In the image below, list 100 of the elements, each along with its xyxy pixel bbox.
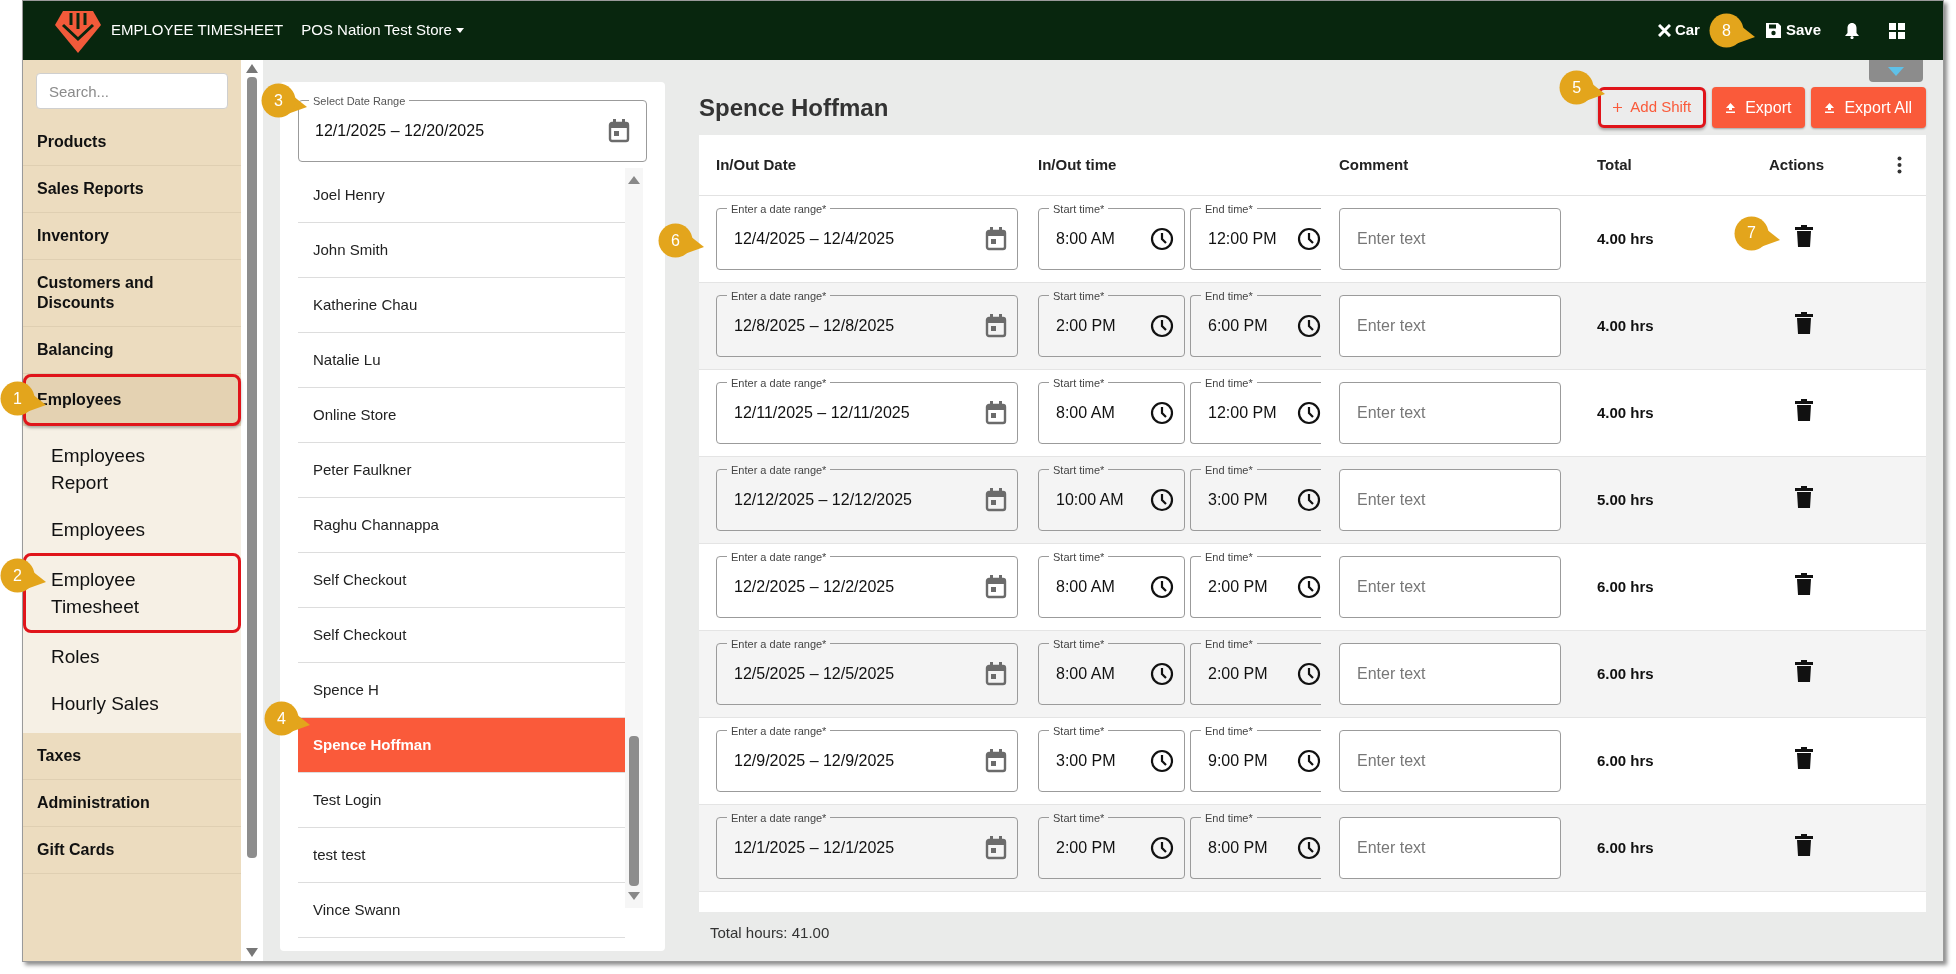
trash-icon — [1795, 224, 1813, 247]
total-hours-cell-text: 5.00 hrs — [1597, 489, 1654, 510]
clock-icon — [1150, 401, 1174, 425]
comment-field[interactable]: Enter text — [1339, 208, 1561, 270]
apps-button[interactable] — [1889, 22, 1905, 39]
trash-icon — [1795, 659, 1813, 682]
total-hours-cell-text: 6.00 hrs — [1597, 576, 1654, 597]
sidebar-item[interactable]: Employees — [23, 374, 241, 426]
clock-icon — [1297, 314, 1321, 338]
field-value: 12/1/2025 – 12/1/2025 — [734, 838, 896, 858]
field-value: 2:00 PM — [1208, 577, 1269, 597]
plus-icon — [1613, 103, 1623, 112]
delete-button[interactable] — [1795, 746, 1813, 769]
clock-icon — [1297, 749, 1321, 773]
delete-button[interactable] — [1795, 398, 1813, 421]
clock-icon — [1297, 227, 1321, 251]
scrollbar-thumb[interactable] — [247, 77, 257, 858]
clock-icon — [1297, 488, 1321, 512]
upload-icon — [1726, 102, 1736, 113]
comment-field[interactable]: Enter text — [1339, 643, 1561, 705]
field-value: 12/11/2025 – 12/11/2025 — [734, 403, 911, 423]
field-value: 12:00 PM — [1208, 403, 1278, 423]
field-value: 12/4/2025 – 12/4/2025 — [734, 229, 896, 249]
scroll-down-icon[interactable] — [628, 892, 640, 900]
field-value: 8:00 AM — [1056, 403, 1116, 423]
clock-icon — [1150, 749, 1174, 773]
date-range-value: 12/1/2025 – 12/20/2025 — [315, 121, 486, 141]
delete-button[interactable] — [1795, 659, 1813, 682]
comment-field[interactable]: Enter text — [1339, 382, 1561, 444]
delete-button[interactable] — [1795, 572, 1813, 595]
save-button[interactable]: Save — [1765, 19, 1821, 42]
employee-name-title: Spence Hoffman — [699, 92, 890, 123]
delete-button[interactable] — [1795, 224, 1813, 247]
logo-icon — [55, 8, 101, 53]
field-value: 12/9/2025 – 12/9/2025 — [734, 751, 896, 771]
trash-icon — [1795, 746, 1813, 769]
field-value: 3:00 PM — [1056, 751, 1117, 771]
employee-list-item[interactable]: Vince Swann — [298, 883, 625, 938]
trash-icon — [1795, 572, 1813, 595]
column-header: Actions — [1769, 154, 1824, 175]
comment-field[interactable]: Enter text — [1339, 295, 1561, 357]
cancel-button[interactable]: Car — [1657, 19, 1700, 42]
clock-icon — [1150, 662, 1174, 686]
delete-button[interactable] — [1795, 833, 1813, 856]
collapse-toggle[interactable] — [1869, 60, 1923, 82]
total-hours-cell-text: 4.00 hrs — [1597, 228, 1654, 249]
clock-icon — [1150, 314, 1174, 338]
field-value: 10:00 AM — [1056, 490, 1125, 510]
total-hours-cell-text: 4.00 hrs — [1597, 402, 1654, 423]
field-value: 9:00 PM — [1208, 751, 1269, 771]
comment-field[interactable]: Enter text — [1339, 817, 1561, 879]
scroll-up-icon[interactable] — [628, 176, 640, 184]
calendar-icon — [608, 119, 630, 143]
submenu-item[interactable]: Roles — [23, 633, 241, 680]
calendar-icon — [985, 401, 1007, 425]
scrollbar[interactable] — [625, 168, 643, 908]
search-field[interactable]: Search... — [36, 73, 228, 109]
field-value: 3:00 PM — [1208, 490, 1269, 510]
field-value: 2:00 PM — [1056, 316, 1117, 336]
clock-icon — [1297, 662, 1321, 686]
comment-field[interactable]: Enter text — [1339, 556, 1561, 618]
submenu-item[interactable]: Hourly Sales — [23, 680, 241, 727]
save-icon — [1765, 23, 1781, 38]
clock-icon — [1150, 836, 1174, 860]
store-dropdown[interactable]: POS Nation Test Store — [301, 19, 464, 42]
field-value: 8:00 AM — [1056, 229, 1116, 249]
field-value: 12/5/2025 – 12/5/2025 — [734, 664, 896, 684]
clock-icon — [1297, 575, 1321, 599]
total-hours-cell-text: 6.00 hrs — [1597, 750, 1654, 771]
submenu-item[interactable]: Employees — [23, 506, 241, 553]
calendar-icon — [985, 836, 1007, 860]
total-hours-cell-text: 6.00 hrs — [1597, 663, 1654, 684]
calendar-icon — [985, 488, 1007, 512]
comment-field[interactable]: Enter text — [1339, 469, 1561, 531]
clock-icon — [1150, 575, 1174, 599]
scroll-up-icon[interactable] — [246, 64, 258, 73]
field-value: 12/2/2025 – 12/2/2025 — [734, 577, 896, 597]
clock-icon — [1297, 401, 1321, 425]
more-options-icon[interactable] — [1897, 156, 1902, 174]
field-value: 2:00 PM — [1056, 838, 1117, 858]
trash-icon — [1795, 398, 1813, 421]
delete-button[interactable] — [1795, 311, 1813, 334]
caret-down-icon — [1888, 66, 1904, 76]
close-icon — [1657, 24, 1671, 37]
field-value: 8:00 PM — [1208, 838, 1269, 858]
bell-icon — [1845, 22, 1859, 39]
trash-icon — [1795, 833, 1813, 856]
grid-icon — [1889, 22, 1905, 39]
trash-icon — [1795, 485, 1813, 508]
scrollbar-thumb[interactable] — [629, 736, 639, 886]
app-title: EMPLOYEE TIMESHEET — [111, 20, 284, 41]
column-header: In/Out Date — [716, 154, 796, 175]
comment-field[interactable]: Enter text — [1339, 730, 1561, 792]
delete-button[interactable] — [1795, 485, 1813, 508]
total-hours-cell-text: 4.00 hrs — [1597, 315, 1654, 336]
submenu-item[interactable]: Employees Report — [23, 432, 241, 506]
notifications-button[interactable] — [1845, 22, 1859, 39]
upload-icon — [1825, 102, 1835, 113]
total-hours-cell-text: 6.00 hrs — [1597, 837, 1654, 858]
scroll-down-icon[interactable] — [246, 948, 258, 957]
